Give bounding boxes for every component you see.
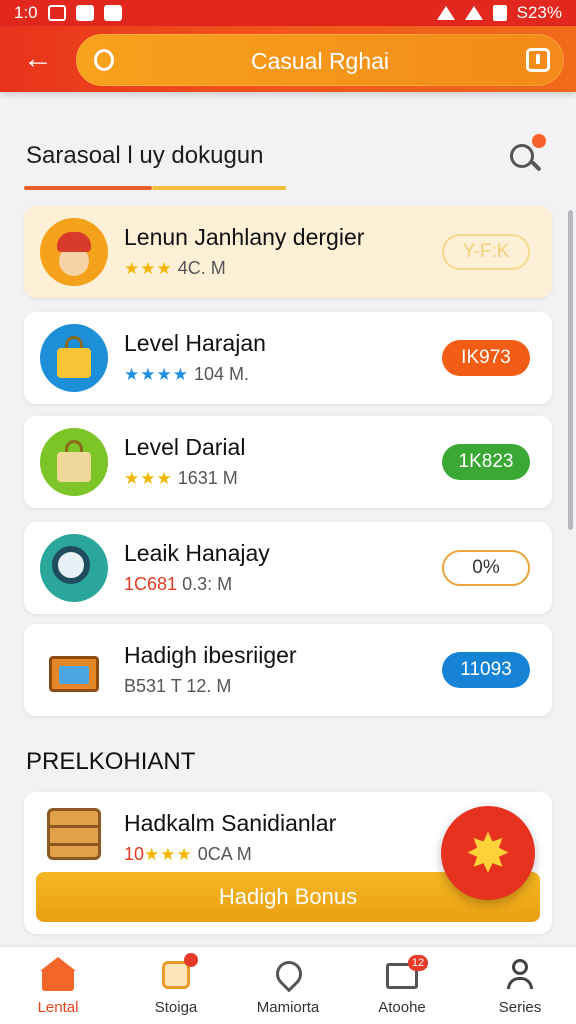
rating-stars: ★★★	[144, 845, 193, 864]
list-item[interactable]: Hadigh ibesriiger B531 T 12. M 11093	[24, 624, 552, 716]
nav-label: Series	[498, 999, 542, 1016]
battery-percent: S23%	[516, 3, 562, 22]
back-button[interactable]: ←	[18, 39, 58, 79]
page-title: Casual Rghai	[250, 48, 390, 74]
bag-icon	[40, 428, 108, 496]
item-size: 104 M.	[193, 364, 250, 384]
item-title: Leaik Hanajay	[124, 540, 270, 566]
section-title: PRELKOHIANT	[26, 748, 196, 775]
bonus-meta: 10★★★ 0CA M	[124, 844, 252, 865]
bag-icon	[40, 324, 108, 392]
section-title: Sarasoal l uy dokugun	[26, 142, 264, 169]
nav-label: Lental	[37, 999, 79, 1016]
star-burst-icon: ✸	[465, 823, 511, 884]
scrollbar[interactable]	[568, 210, 573, 530]
search-button[interactable]	[506, 134, 546, 174]
item-action-button[interactable]: Y-F:K	[442, 234, 530, 270]
battery-icon	[492, 5, 507, 21]
notification-dot	[184, 953, 198, 967]
tab-indicator	[24, 186, 152, 190]
item-count: 1C681	[124, 574, 178, 594]
item-size: 0.3: M	[182, 574, 233, 594]
notification-icon	[47, 5, 66, 21]
star-burst-fab[interactable]: ✸	[441, 806, 535, 900]
bonus-size: 0CA M	[197, 844, 252, 864]
search-icon	[510, 144, 534, 168]
character-icon	[40, 218, 108, 286]
item-title: Lenun Janhlany dergier	[124, 224, 365, 250]
signal-icon	[464, 6, 483, 20]
item-meta: ★★★★ 104 M.	[124, 364, 249, 385]
store-icon	[158, 953, 198, 991]
list-item[interactable]: Level Darial ★★★ 1631 M 1K823	[24, 416, 552, 508]
item-size: 1631 M	[177, 468, 238, 488]
status-time: 1:0	[14, 3, 38, 22]
tab-indicator-secondary	[152, 186, 286, 190]
list-item[interactable]: Leaik Hanajay 1C681 0.3: M 0%	[24, 522, 552, 614]
item-meta: 1C681 0.3: M	[124, 574, 232, 595]
item-title: Hadigh ibesriiger	[124, 642, 297, 668]
bottom-nav: Lental Stoiga Mamiorta 12 Atoohe Series	[0, 946, 576, 1024]
rating-stars: ★★★★	[124, 365, 189, 384]
magnifier-icon	[40, 534, 108, 602]
item-meta: ★★★ 1631 M	[124, 468, 238, 489]
item-count: B531 T	[124, 676, 182, 696]
bonus-count: 10	[124, 844, 145, 864]
item-title: Level Darial	[124, 434, 246, 460]
nav-label: Mamiorta	[256, 999, 320, 1016]
nav-item-profile[interactable]: Series	[470, 957, 570, 1021]
notification-icon	[75, 5, 94, 21]
list-item[interactable]: Level Harajan ★★★★ 104 M. IK973	[24, 312, 552, 404]
back-arrow-icon: ←	[23, 42, 53, 75]
treasure-box-icon	[40, 636, 108, 704]
user-icon	[502, 957, 538, 991]
unread-badge: 12	[408, 955, 428, 971]
nav-item-home[interactable]: Lental	[8, 957, 108, 1021]
item-title: Level Harajan	[124, 330, 266, 356]
nav-label: Stoiga	[154, 999, 198, 1016]
notification-icon	[103, 5, 122, 21]
home-icon	[40, 957, 76, 991]
title-bar[interactable]: Casual Rghai	[76, 34, 564, 86]
list-item[interactable]: Lenun Janhlany dergier ★★★ 4C. M Y-F:K	[24, 206, 552, 298]
item-meta: ★★★ 4C. M	[124, 258, 226, 279]
bonus-title: Hadkalm Sanidianlar	[124, 810, 337, 836]
nav-item-map[interactable]: Mamiorta	[238, 955, 338, 1021]
notification-dot	[532, 134, 546, 148]
app-header: ← Casual Rghai	[0, 26, 576, 92]
share-icon[interactable]	[526, 48, 550, 72]
barrel-icon	[40, 800, 108, 868]
nav-item-store[interactable]: Stoiga	[126, 953, 226, 1021]
item-action-button[interactable]: 11093	[442, 652, 530, 688]
item-action-button[interactable]: 1K823	[442, 444, 530, 480]
item-action-button[interactable]: IK973	[442, 340, 530, 376]
rating-stars: ★★★	[124, 469, 173, 488]
rating-stars: ★★★	[124, 259, 173, 278]
item-meta: B531 T 12. M	[124, 676, 231, 697]
nav-item-messages[interactable]: 12 Atoohe	[352, 955, 452, 1021]
message-icon: 12	[384, 955, 428, 991]
nav-label: Atoohe	[378, 999, 426, 1016]
map-pin-icon	[270, 955, 308, 993]
item-size: 4C. M	[177, 258, 226, 278]
item-size: 12. M	[186, 676, 232, 696]
status-bar: 1:0 S23%	[0, 0, 576, 26]
item-action-button[interactable]: 0%	[442, 550, 530, 586]
wifi-icon	[436, 6, 455, 20]
